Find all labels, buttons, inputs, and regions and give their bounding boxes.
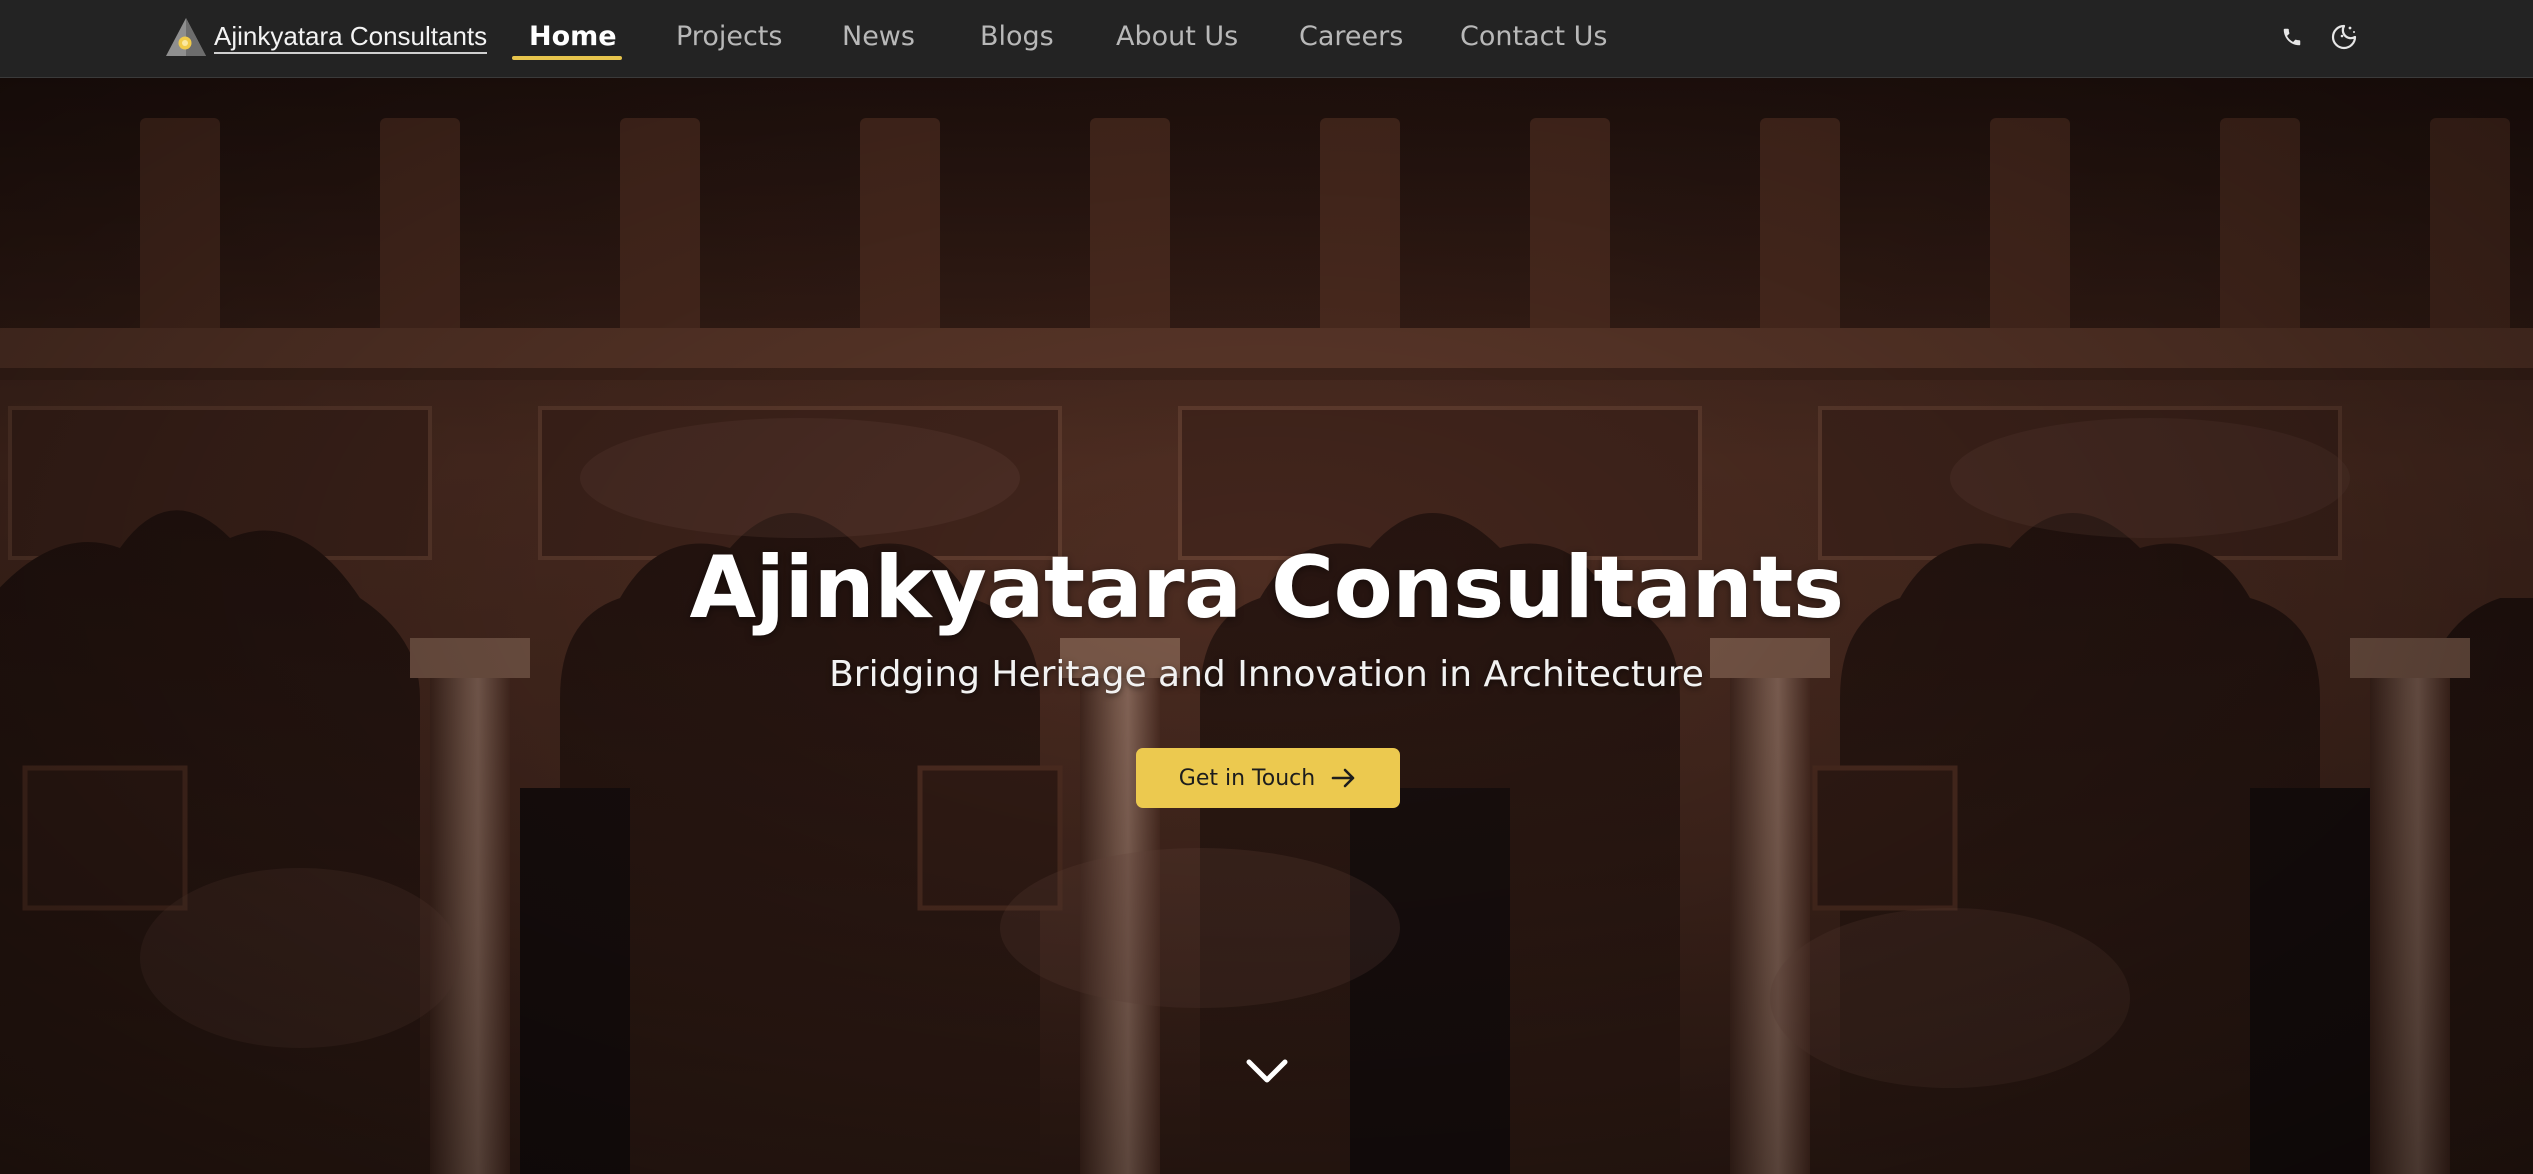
nav-home[interactable]: Home: [529, 19, 617, 55]
get-in-touch-button[interactable]: Get in Touch: [1136, 748, 1400, 808]
phone-icon[interactable]: [2275, 20, 2309, 54]
nav-about-us[interactable]: About Us: [1116, 19, 1238, 55]
arrow-right-icon: [1331, 767, 1357, 789]
top-navbar: Ajinkyatara Consultants Home Projects Ne…: [0, 0, 2533, 78]
nav-blogs[interactable]: Blogs: [980, 19, 1054, 55]
nav-news[interactable]: News: [842, 19, 915, 55]
nav-projects[interactable]: Projects: [676, 19, 782, 55]
nav-careers[interactable]: Careers: [1299, 19, 1403, 55]
cta-label: Get in Touch: [1178, 765, 1316, 791]
hero-title: Ajinkyatara Consultants: [689, 538, 1844, 638]
nav-contact-us[interactable]: Contact Us: [1460, 19, 1607, 55]
hero-subtitle: Bridging Heritage and Innovation in Arch…: [829, 654, 1704, 695]
hero-section: Ajinkyatara Consultants Bridging Heritag…: [0, 78, 2533, 1174]
main-nav: Home Projects News Blogs About Us Career…: [0, 0, 2533, 78]
chevron-down-icon[interactable]: [1245, 1056, 1289, 1086]
theme-toggle-icon[interactable]: [2327, 20, 2361, 54]
active-nav-indicator: [512, 56, 622, 60]
